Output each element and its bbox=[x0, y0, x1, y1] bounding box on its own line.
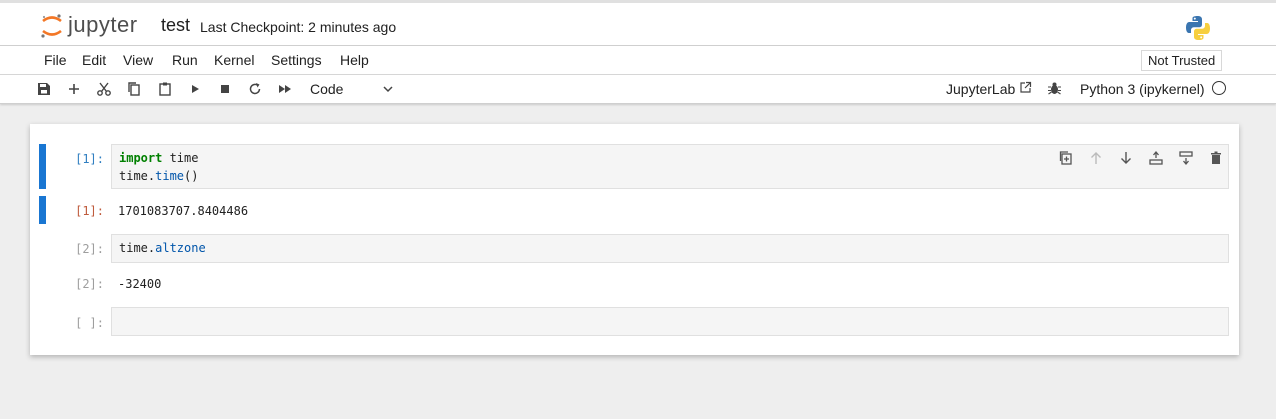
input-prompt: [ ]: bbox=[75, 316, 104, 330]
stop-button[interactable] bbox=[217, 81, 233, 97]
kernel-name[interactable]: Python 3 (ipykernel) bbox=[1080, 81, 1205, 97]
menu-file[interactable]: File bbox=[44, 52, 67, 68]
menu-run[interactable]: Run bbox=[172, 52, 198, 68]
menu-edit[interactable]: Edit bbox=[82, 52, 106, 68]
delete-icon bbox=[1211, 151, 1221, 164]
move-cell-down-button[interactable] bbox=[1118, 150, 1134, 166]
output-prompt: [1]: bbox=[75, 204, 104, 218]
fast-forward-icon bbox=[279, 85, 291, 93]
menu-view[interactable]: View bbox=[123, 52, 153, 68]
cut-icon bbox=[97, 82, 111, 96]
move-cell-up-button[interactable] bbox=[1088, 150, 1104, 166]
insert-cell-above-button[interactable] bbox=[1148, 150, 1164, 166]
menu-bar: File Edit View Run Kernel Settings Help … bbox=[0, 46, 1276, 75]
restart-icon bbox=[249, 83, 261, 95]
menu-help[interactable]: Help bbox=[340, 52, 369, 68]
code-line: time.altzone bbox=[119, 241, 206, 255]
insert-below-icon bbox=[1179, 151, 1193, 166]
cell-type-select[interactable]: Code bbox=[310, 81, 343, 97]
notebook-header: jupyter test Last Checkpoint: 2 minutes … bbox=[0, 0, 1276, 46]
notebook-panel: [1]: import time time.time() [1]: 170108… bbox=[30, 124, 1239, 355]
duplicate-cell-button[interactable] bbox=[1058, 150, 1074, 166]
run-button[interactable] bbox=[187, 81, 203, 97]
debugger-bug-icon[interactable] bbox=[1047, 81, 1062, 96]
jupyter-logo[interactable]: jupyter bbox=[40, 12, 150, 40]
code-token: () bbox=[184, 169, 199, 183]
paste-button[interactable] bbox=[157, 81, 173, 97]
code-editor[interactable] bbox=[111, 307, 1229, 336]
code-editor[interactable]: time.altzone bbox=[111, 234, 1229, 263]
duplicate-icon bbox=[1059, 151, 1072, 165]
jupyter-logo-icon bbox=[41, 14, 62, 38]
open-jupyterlab-link[interactable]: JupyterLab bbox=[946, 81, 1015, 97]
output-prompt: [2]: bbox=[75, 277, 104, 291]
code-function: altzone bbox=[155, 241, 206, 255]
insert-cell-below-button[interactable] bbox=[1178, 150, 1194, 166]
logo-wordmark: jupyter bbox=[68, 12, 138, 37]
move-up-icon bbox=[1091, 152, 1101, 164]
input-collapser[interactable] bbox=[39, 144, 46, 189]
delete-cell-button[interactable] bbox=[1208, 150, 1224, 166]
stop-icon bbox=[221, 85, 229, 93]
input-prompt: [1]: bbox=[75, 152, 104, 166]
code-token: time. bbox=[119, 241, 156, 255]
code-keyword: import bbox=[119, 151, 163, 165]
cell-output: 1701083707.8404486 bbox=[118, 204, 249, 218]
cut-button[interactable] bbox=[96, 81, 112, 97]
code-line: time.time() bbox=[119, 169, 198, 183]
notebook-toolbar: Code JupyterLab Python 3 (ipykernel) bbox=[0, 75, 1276, 104]
paste-icon bbox=[159, 82, 171, 96]
add-cell-button[interactable] bbox=[66, 81, 82, 97]
cell-output: -32400 bbox=[118, 277, 162, 291]
last-checkpoint: Last Checkpoint: 2 minutes ago bbox=[200, 19, 397, 35]
code-function: time bbox=[155, 169, 185, 183]
input-prompt: [2]: bbox=[75, 242, 104, 256]
copy-button[interactable] bbox=[126, 81, 142, 97]
kernel-idle-status-icon bbox=[1212, 81, 1226, 95]
run-icon bbox=[192, 85, 199, 93]
menu-kernel[interactable]: Kernel bbox=[214, 52, 254, 68]
trust-status-button[interactable]: Not Trusted bbox=[1141, 50, 1223, 71]
insert-above-icon bbox=[1149, 150, 1163, 165]
save-button[interactable] bbox=[36, 81, 52, 97]
copy-icon bbox=[128, 82, 140, 96]
menu-settings[interactable]: Settings bbox=[271, 52, 322, 68]
notebook-title[interactable]: test bbox=[161, 15, 190, 36]
code-token: time bbox=[162, 151, 199, 165]
move-down-icon bbox=[1121, 152, 1131, 164]
save-icon bbox=[38, 83, 50, 95]
external-link-icon[interactable] bbox=[1019, 81, 1032, 94]
restart-run-all-button[interactable] bbox=[277, 81, 293, 97]
add-icon bbox=[69, 84, 79, 94]
chevron-down-icon[interactable] bbox=[382, 83, 394, 95]
python-logo-icon bbox=[1186, 16, 1210, 40]
code-token: time. bbox=[119, 169, 156, 183]
code-line: import time bbox=[119, 151, 198, 165]
restart-button[interactable] bbox=[247, 81, 263, 97]
